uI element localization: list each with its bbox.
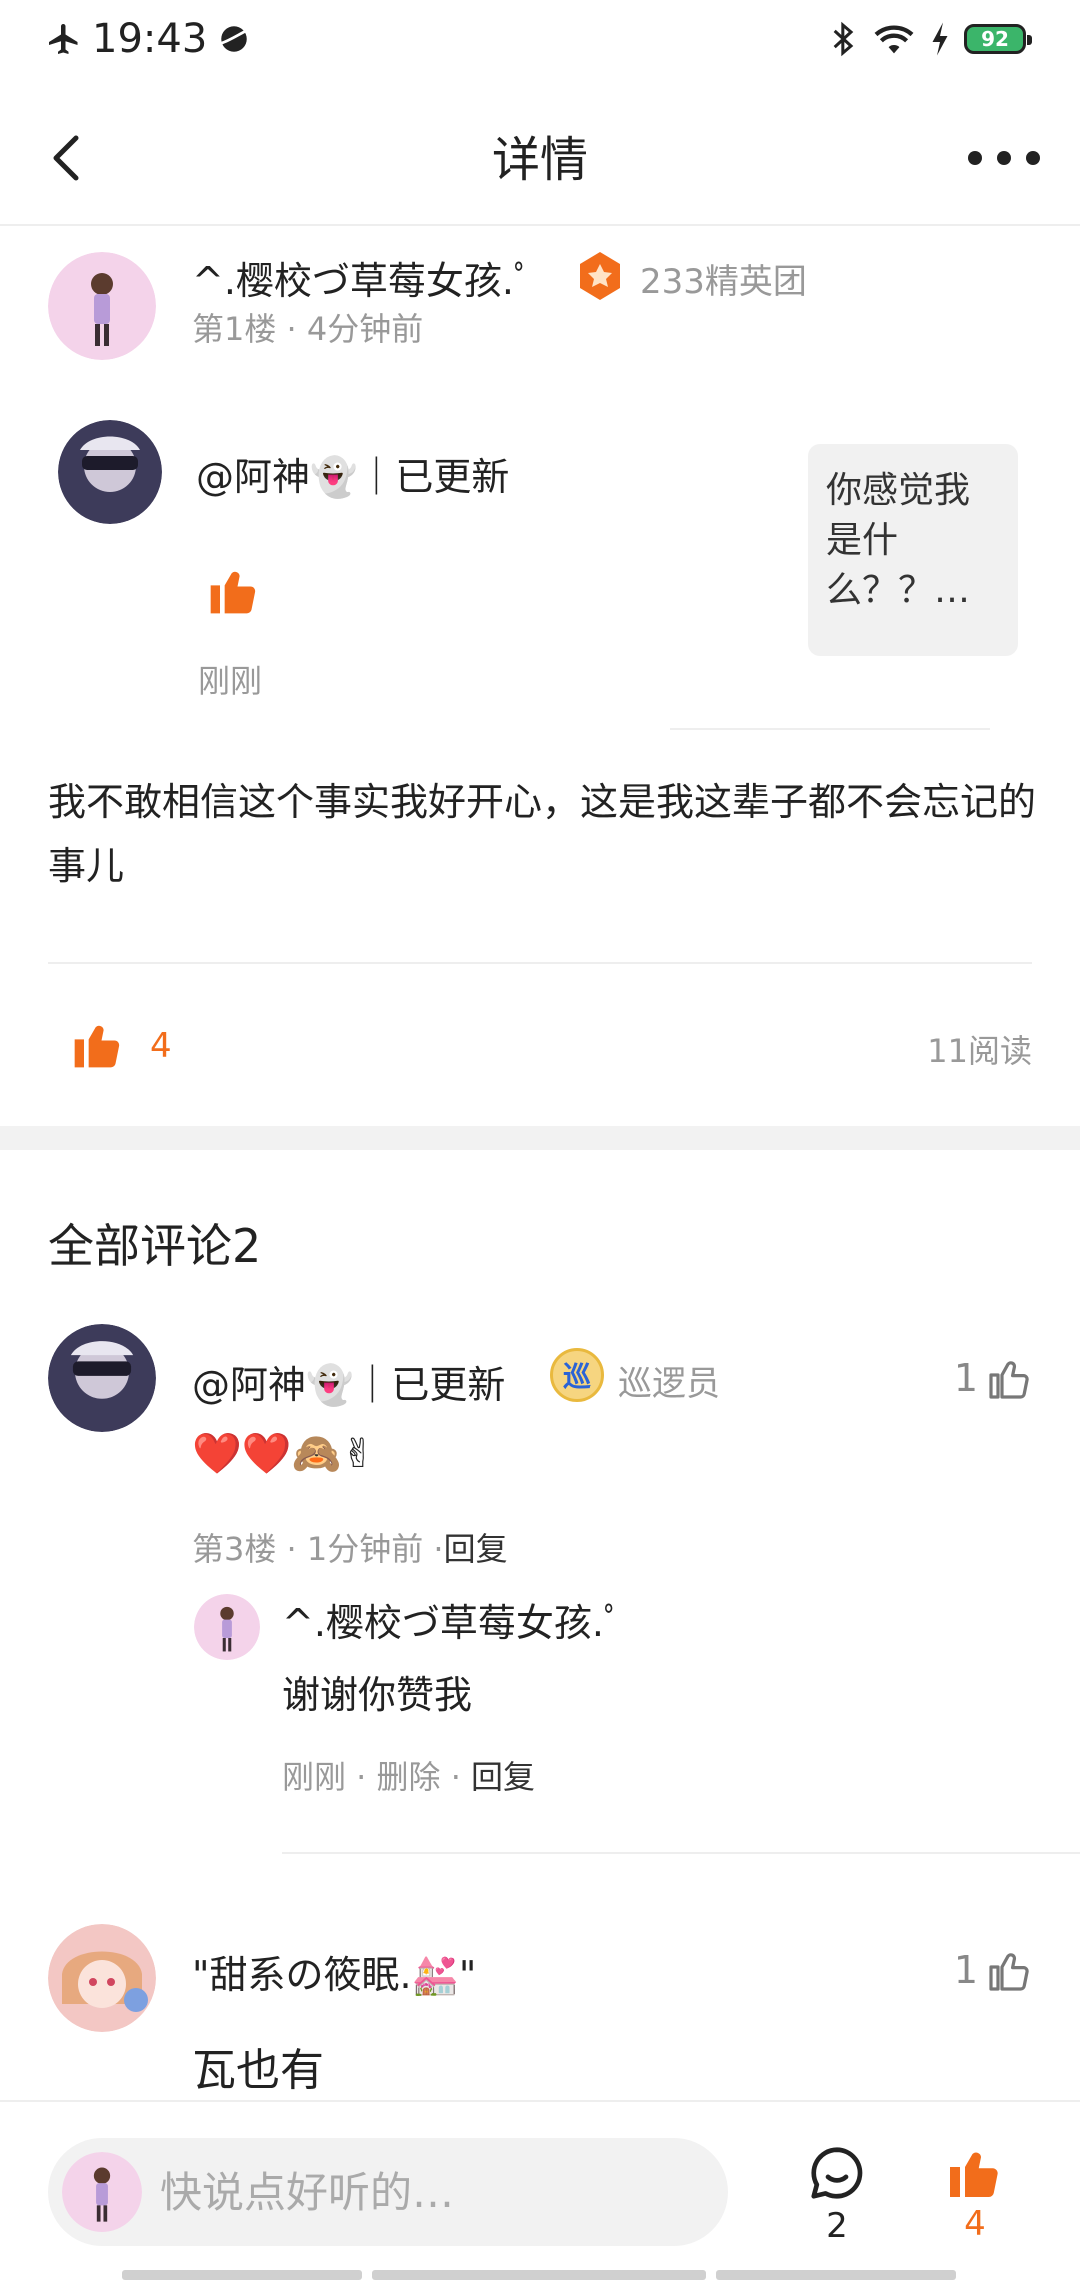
post-like-count: 4 xyxy=(150,1026,172,1066)
reply-content: 谢谢你赞我 xyxy=(282,1673,473,1717)
post-like-button[interactable] xyxy=(70,1016,126,1072)
comment-meta: 第3楼 · 1分钟前 ·回复 xyxy=(192,1524,508,1570)
thumbs-up-icon xyxy=(74,1025,120,1068)
comment-content: 瓦也有 xyxy=(192,2045,324,2096)
post-actions: 4 11阅读 xyxy=(0,984,1080,1094)
reply-link[interactable]: 回复 xyxy=(444,1530,508,1568)
comment-item: "甜系の筱眠.💒" 1 瓦也有 xyxy=(0,1920,1080,2100)
reply-time-delete[interactable]: 刚刚 · 删除 · xyxy=(282,1758,471,1796)
comment-content: ❤️❤️🙈✌ xyxy=(192,1431,375,1477)
comment-input[interactable] xyxy=(160,2138,700,2246)
group-name[interactable]: 233精英团 xyxy=(640,254,807,303)
more-dot-icon xyxy=(1026,151,1040,165)
commenter-name[interactable]: @阿神👻｜已更新 xyxy=(192,1354,505,1409)
thumbs-up-outline-icon xyxy=(989,1361,1029,1399)
commenter-avatar[interactable] xyxy=(48,1924,156,2032)
post-header: ^.樱校づ草莓女孩.ﾟ 233精英团 第1楼 · 4分钟前 xyxy=(0,226,1080,386)
gesture-bar xyxy=(122,2270,362,2280)
battery-level: 92 xyxy=(981,27,1009,51)
quoted-time: 刚刚 xyxy=(198,662,263,700)
quoted-like-icon xyxy=(206,562,262,618)
commenter-avatar[interactable] xyxy=(48,1324,156,1432)
author-avatar[interactable] xyxy=(48,252,156,360)
airplane-icon xyxy=(49,24,78,54)
thumbs-up-icon xyxy=(950,2152,998,2198)
quoted-user-name: @阿神👻｜已更新 xyxy=(196,455,510,499)
comments-button[interactable]: 2 xyxy=(802,2142,872,2246)
quoted-user-avatar xyxy=(58,420,162,524)
page-title: 详情 xyxy=(491,132,588,188)
comment-like-count: 1 xyxy=(953,1356,978,1400)
battery-indicator: 92 xyxy=(964,24,1032,54)
nav-bar: 详情 xyxy=(0,90,1080,226)
badge-label: 巡逻员 xyxy=(618,1364,720,1404)
more-dot-icon xyxy=(997,151,1011,165)
post-meta: 第1楼 · 4分钟前 xyxy=(192,310,424,348)
comment-like-button[interactable]: 1 xyxy=(954,1354,1034,1402)
comment-like-count: 1 xyxy=(953,1948,978,1992)
quoted-comment-card[interactable]: @阿神👻｜已更新 刚刚 你感觉我是什么？？… xyxy=(0,400,1080,740)
read-count: 11阅读 xyxy=(927,1032,1032,1070)
reply-link[interactable]: 回复 xyxy=(471,1758,535,1796)
reply-author-name[interactable]: ^.樱校づ草莓女孩.ﾟ xyxy=(282,1592,623,1647)
quoted-text-box: 你感觉我是什么？？… xyxy=(808,444,1018,656)
comment-floor-time: 第3楼 · 1分钟前 · xyxy=(192,1530,444,1568)
comment-item: @阿神👻｜已更新 巡 巡逻员 1 ❤️❤️🙈✌ 第3楼 · 1分钟前 ·回复 ^… xyxy=(0,1320,1080,1860)
status-bar: 19:43 92 xyxy=(0,0,1080,90)
bluetooth-icon xyxy=(833,21,854,57)
commenter-name[interactable]: "甜系の筱眠.💒" xyxy=(192,1944,476,1999)
clock: 19:43 xyxy=(92,16,208,62)
reply-avatar[interactable] xyxy=(194,1594,260,1660)
comments-header: 全部评论2 xyxy=(48,1219,262,1273)
gesture-bar xyxy=(372,2270,706,2280)
wifi-icon xyxy=(874,25,914,54)
thumbs-up-outline-icon xyxy=(989,1953,1029,1991)
like-count: 4 xyxy=(964,2204,986,2244)
divider xyxy=(670,728,990,730)
divider xyxy=(48,962,1032,964)
comment-count: 2 xyxy=(826,2206,848,2246)
bottom-action-bar: 2 4 xyxy=(0,2100,1080,2280)
reply-meta: 刚刚 · 删除 · 回复 xyxy=(282,1752,535,1798)
comment-input-container[interactable] xyxy=(48,2138,728,2246)
section-separator xyxy=(0,1126,1080,1150)
group-badge-icon xyxy=(580,252,620,300)
more-dot-icon xyxy=(968,151,982,165)
current-user-avatar xyxy=(62,2152,142,2232)
gesture-bar xyxy=(716,2270,956,2280)
like-button[interactable]: 4 xyxy=(940,2142,1010,2244)
comment-like-button[interactable]: 1 xyxy=(954,1946,1034,1994)
planet-icon xyxy=(221,26,248,52)
charging-icon xyxy=(932,22,948,56)
author-name[interactable]: ^.樱校づ草莓女孩.ﾟ xyxy=(192,250,533,305)
post-body-text: 我不敢相信这个事实我好开心，这是我这辈子都不会忘记的事儿 xyxy=(48,780,1037,888)
patrol-badge-icon: 巡 xyxy=(550,1348,604,1402)
divider xyxy=(282,1852,1080,1854)
reply-item: ^.樱校づ草莓女孩.ﾟ 谢谢你赞我 刚刚 · 删除 · 回复 xyxy=(192,1592,1080,1812)
comment-bubble-icon xyxy=(811,2147,863,2199)
more-menu-button[interactable] xyxy=(964,126,1044,190)
